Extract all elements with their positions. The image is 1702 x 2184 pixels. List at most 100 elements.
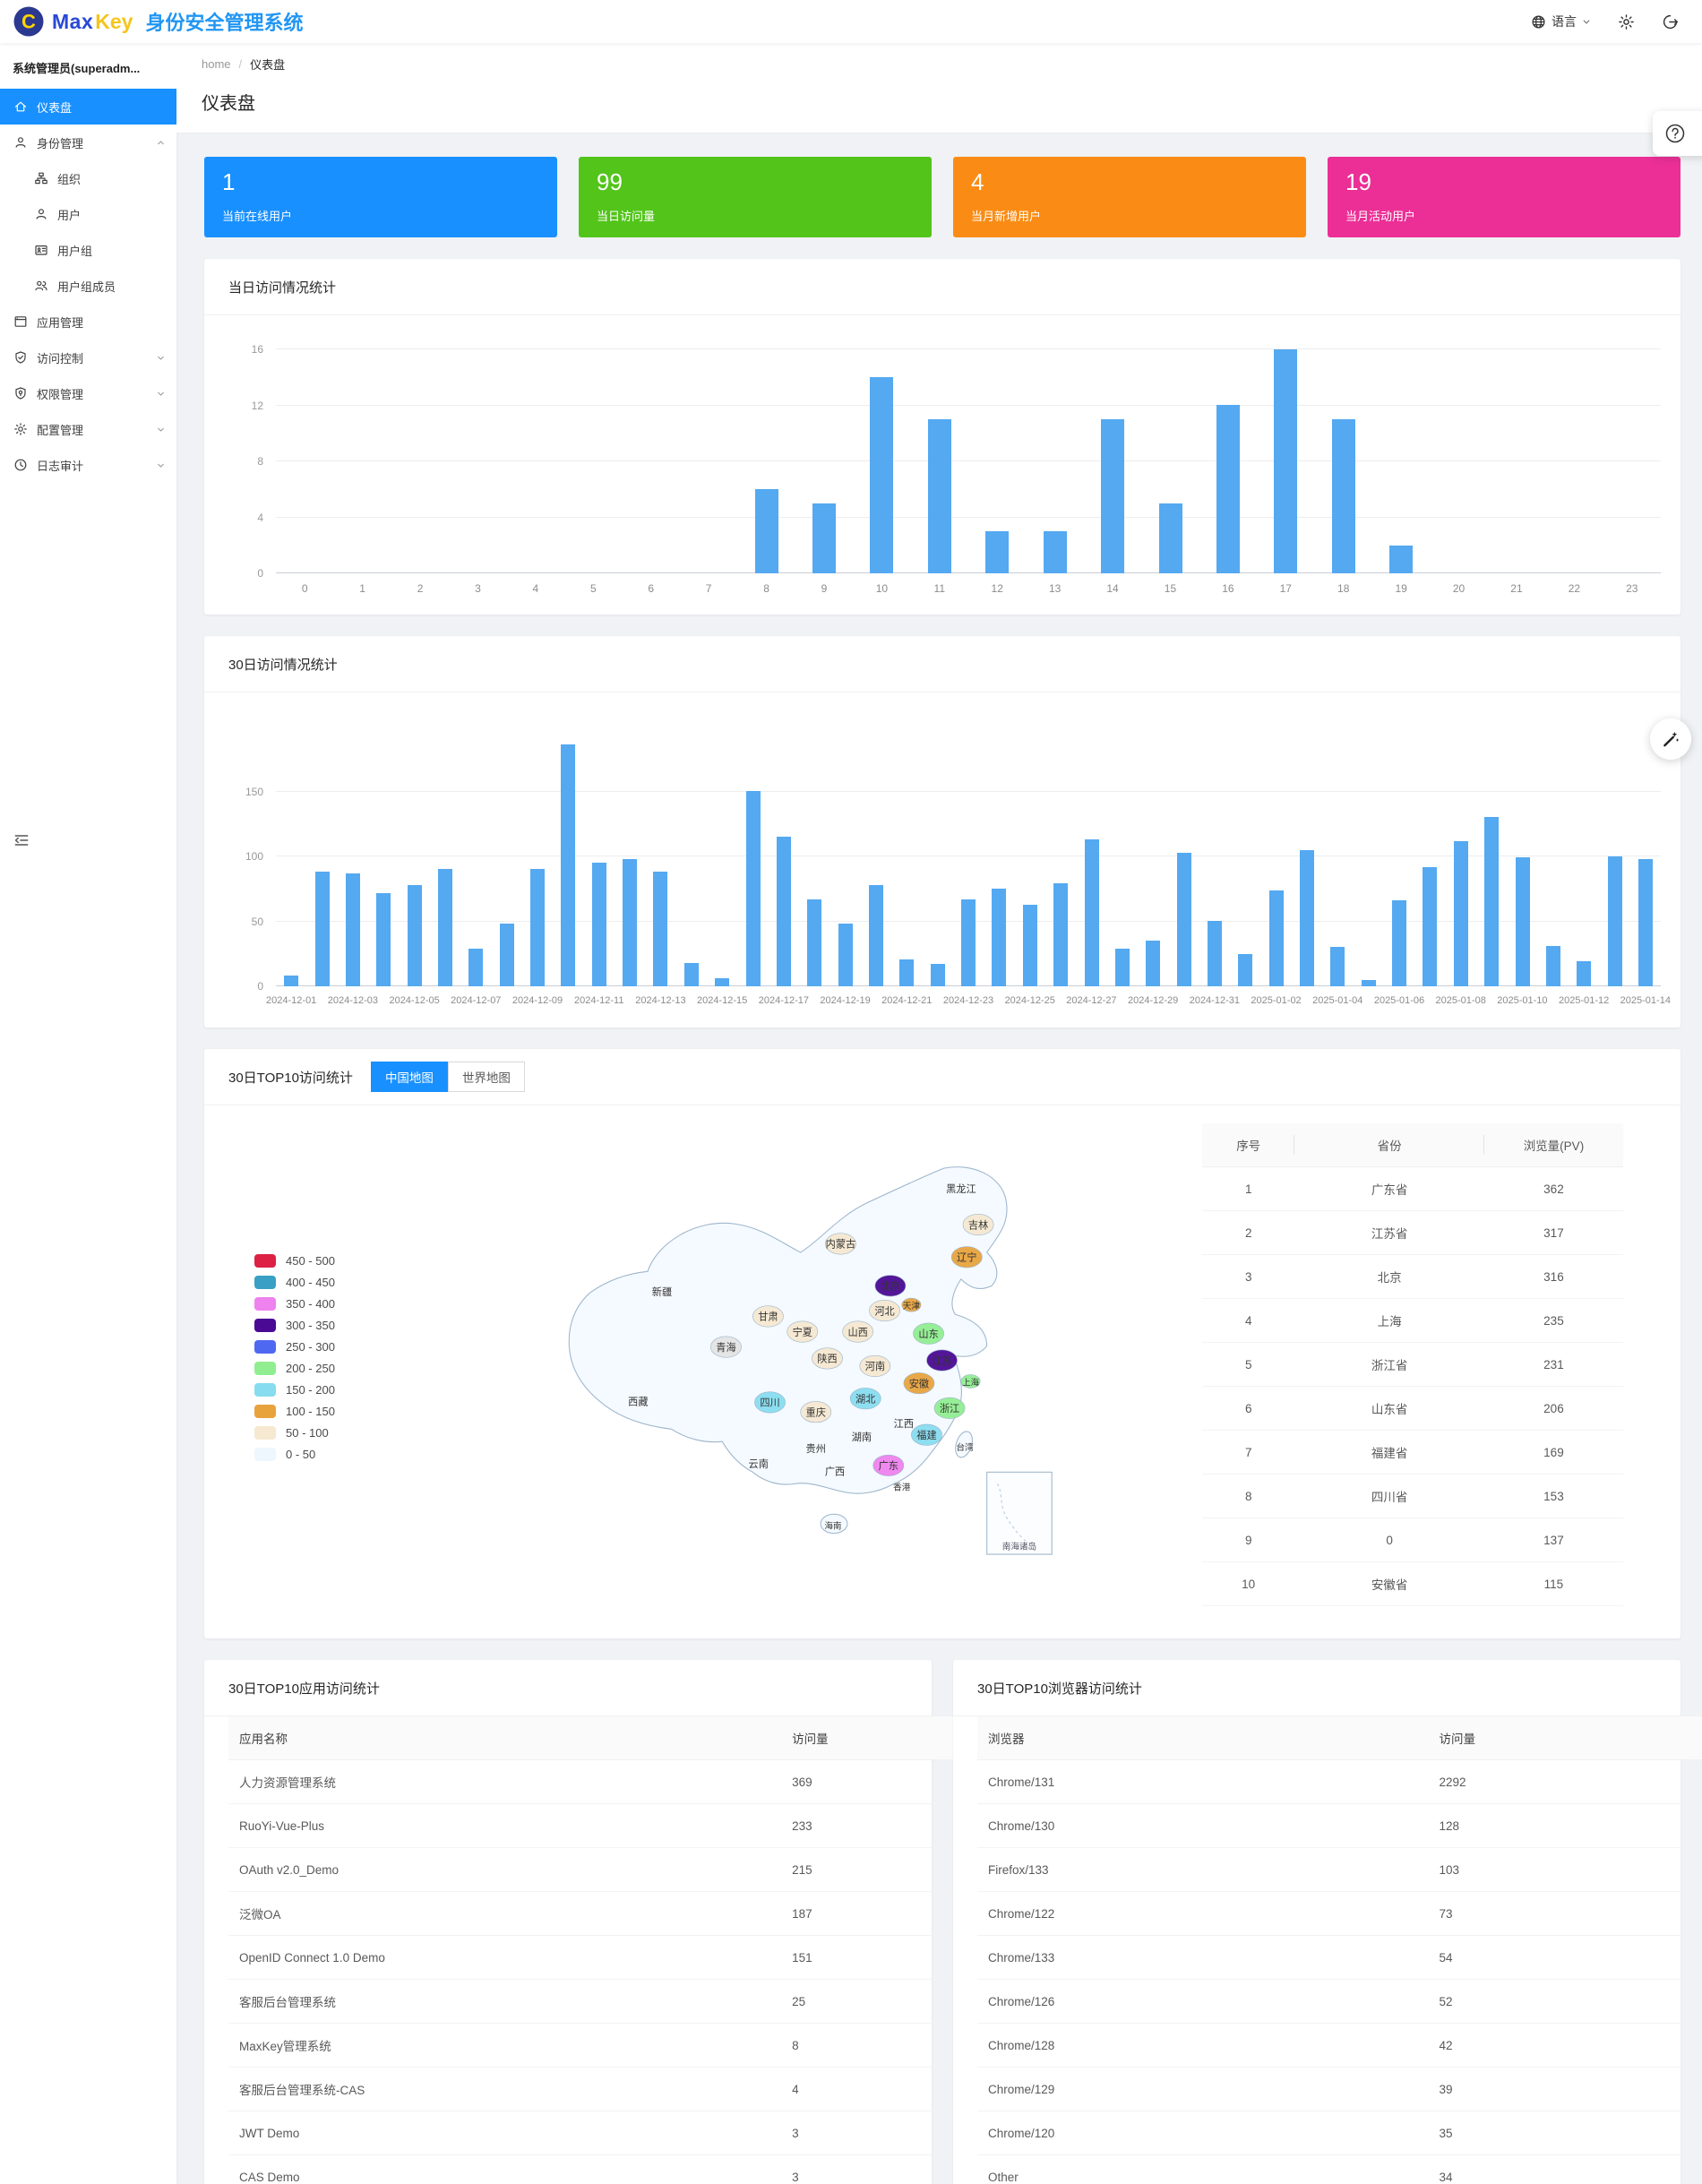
tab-china-map[interactable]: 中国地图 — [371, 1062, 448, 1092]
y-axis-label: 4 — [257, 512, 263, 524]
x-axis-label: 2025-01-06 — [1374, 995, 1424, 1006]
x-axis-label: 2024-12-21 — [881, 995, 932, 1006]
sidebar-item-label: 访问控制 — [37, 349, 83, 366]
idcard-icon — [34, 243, 48, 257]
province-label-北京: 北京 — [881, 1280, 900, 1293]
language-menu[interactable]: 语言 — [1531, 13, 1591, 30]
collapse-sidebar-button[interactable] — [13, 831, 32, 851]
province-table-cell: 362 — [1484, 1167, 1623, 1211]
apps-table-cell: 3 — [781, 2155, 956, 2184]
chart-bar — [1274, 349, 1297, 573]
tab-world-map[interactable]: 世界地图 — [448, 1062, 525, 1092]
province-label-江苏: 江苏 — [932, 1355, 951, 1367]
stat-label: 当前在线用户 — [222, 207, 539, 224]
col-browser-name: 浏览器 — [977, 1716, 1428, 1760]
bar-slot — [1538, 946, 1569, 986]
province-table-row: 4上海235 — [1202, 1299, 1623, 1343]
theme-wand-button[interactable] — [1650, 718, 1691, 760]
apps-table-cell: 人力资源管理系统 — [228, 1760, 781, 1804]
apps-table-cell: 3 — [781, 2111, 956, 2155]
sidebar-item-用户组成员[interactable]: 用户组成员 — [0, 268, 176, 304]
browsers-table-cell: Firefox/133 — [977, 1848, 1428, 1892]
bar-slot — [707, 978, 737, 986]
logout-button[interactable] — [1662, 13, 1679, 30]
bar-slot — [1569, 961, 1599, 986]
province-table: 序号 省份 浏览量(PV) 1广东省3622江苏省3173北京3164上海235… — [1202, 1123, 1623, 1606]
sidebar-item-身份管理[interactable]: 身份管理 — [0, 125, 176, 160]
browsers-table-cell: Other — [977, 2155, 1428, 2184]
x-axis-label: 2024-12-11 — [574, 995, 623, 1006]
apps-table-row: OAuth v2.0_Demo215 — [228, 1848, 956, 1892]
chart-bar — [684, 963, 699, 986]
bar-slot — [676, 963, 707, 986]
province-table-cell: 浙江省 — [1294, 1343, 1484, 1387]
globe-icon — [1531, 14, 1546, 30]
x-axis-label: 1 — [359, 582, 365, 595]
bar-slot — [615, 859, 645, 986]
chart-bar — [1362, 980, 1376, 986]
browsers-table-cell: 54 — [1428, 1936, 1702, 1980]
settings-button[interactable] — [1618, 13, 1635, 30]
sidebar-item-用户[interactable]: 用户 — [0, 196, 176, 232]
browsers-table-cell: 39 — [1428, 2068, 1702, 2111]
bar-slot — [338, 873, 368, 986]
home-icon — [13, 99, 28, 114]
x-axis-label: 0 — [302, 582, 308, 595]
china-map[interactable]: 南海诸岛 黑龙江吉林辽宁内蒙古新疆西藏青海甘肃宁夏陕西山西河北北京天津山东河南安… — [504, 1123, 1078, 1582]
browsers-table-cell: 35 — [1428, 2111, 1702, 2155]
sidebar-item-配置管理[interactable]: 配置管理 — [0, 411, 176, 447]
province-label-天津: 天津 — [903, 1302, 921, 1311]
sidebar-item-应用管理[interactable]: 应用管理 — [0, 304, 176, 340]
sidebar-item-权限管理[interactable]: 权限管理 — [0, 375, 176, 411]
chart-bar — [1389, 546, 1413, 573]
x-axis-label: 12 — [992, 582, 1003, 595]
x-axis-label: 2024-12-05 — [389, 995, 439, 1006]
sidebar-item-组织[interactable]: 组织 — [0, 160, 176, 196]
breadcrumb-separator: / — [239, 57, 243, 71]
chart-bar — [1238, 954, 1252, 986]
apps-table-cell: CAS Demo — [228, 2155, 781, 2184]
province-label-浙江: 浙江 — [940, 1403, 959, 1414]
apps-table-cell: OAuth v2.0_Demo — [228, 1848, 781, 1892]
legend-swatch — [254, 1383, 276, 1397]
sidebar-item-仪表盘[interactable]: 仪表盘 — [0, 89, 176, 125]
legend-range: 350 - 400 — [286, 1297, 335, 1311]
breadcrumb: home / 仪表盘 — [202, 56, 1677, 73]
chart-bar — [1115, 949, 1130, 986]
chart-bar — [1638, 859, 1653, 986]
legend-item: 0 - 50 — [254, 1448, 380, 1461]
x-axis-label: 5 — [590, 582, 597, 595]
bar-slot — [984, 889, 1014, 986]
x-axis-label: 20 — [1453, 582, 1465, 595]
bar-slot — [1384, 900, 1414, 986]
help-button[interactable] — [1653, 111, 1702, 156]
legend-item: 200 - 250 — [254, 1362, 380, 1375]
y-axis-label: 100 — [245, 850, 263, 863]
chart-bar — [1546, 946, 1560, 986]
browsers-table-cell: Chrome/129 — [977, 2068, 1428, 2111]
apps-table-cell: JWT Demo — [228, 2111, 781, 2155]
bar-slot — [769, 837, 799, 986]
bar-slot — [891, 959, 922, 986]
bar-slot — [911, 419, 968, 573]
apps-table-cell: 151 — [781, 1936, 956, 1980]
breadcrumb-current: 仪表盘 — [250, 56, 285, 73]
sidebar-item-日志审计[interactable]: 日志审计 — [0, 447, 176, 483]
browsers-table-cell: Chrome/130 — [977, 1804, 1428, 1848]
chart-bar — [1608, 856, 1622, 986]
bar-slot — [799, 899, 830, 986]
chart-bar — [807, 899, 821, 986]
bar-slot — [1599, 856, 1629, 986]
bar-slot — [1199, 921, 1230, 986]
chart-bar — [1053, 883, 1068, 986]
apps-table-cell: 泛微OA — [228, 1892, 781, 1936]
sidebar-item-访问控制[interactable]: 访问控制 — [0, 340, 176, 375]
bar-slot — [968, 531, 1026, 573]
breadcrumb-home[interactable]: home — [202, 57, 231, 71]
stat-cards: 1当前在线用户99当日访问量4当月新增用户19当月活动用户 — [204, 157, 1681, 237]
x-axis-label: 19 — [1395, 582, 1406, 595]
legend-item: 450 - 500 — [254, 1254, 380, 1268]
sidebar-item-用户组[interactable]: 用户组 — [0, 232, 176, 268]
province-table-cell: 山东省 — [1294, 1387, 1484, 1431]
browsers-table-cell: 103 — [1428, 1848, 1702, 1892]
